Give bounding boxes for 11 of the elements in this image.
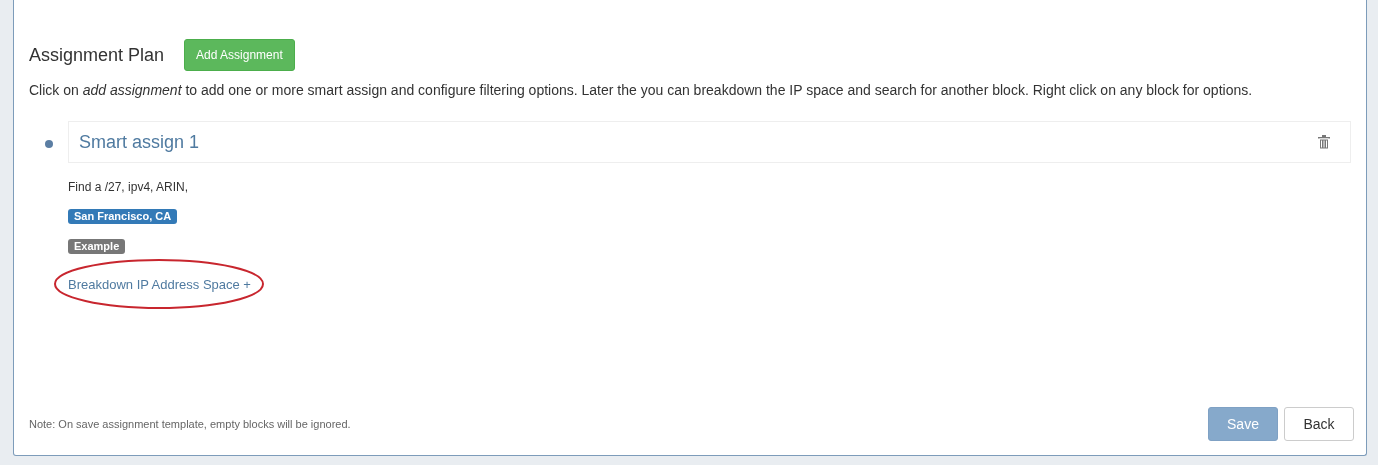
bullet-icon <box>45 140 53 148</box>
trash-icon[interactable] <box>1318 135 1330 149</box>
description-text: Click on add assignment to add one or more smart assign and configure filtering options. Later the you can breakdown the IP space and search for another block. Right click on any block for options. <box>29 82 1254 98</box>
section-title: Assignment Plan <box>29 44 165 66</box>
block-title: Smart assign 1 <box>79 131 200 153</box>
back-button[interactable]: Back <box>1284 407 1354 441</box>
note-text: Note: On save assignment template, empty blocks will be ignored. <box>29 418 351 430</box>
add-assignment-button[interactable]: Add Assignment <box>184 39 295 71</box>
tag-label: San Francisco, CA <box>68 209 178 224</box>
tag-label: Example <box>68 239 126 254</box>
block-summary: Find a /27, ipv4, ARIN, <box>68 180 190 194</box>
